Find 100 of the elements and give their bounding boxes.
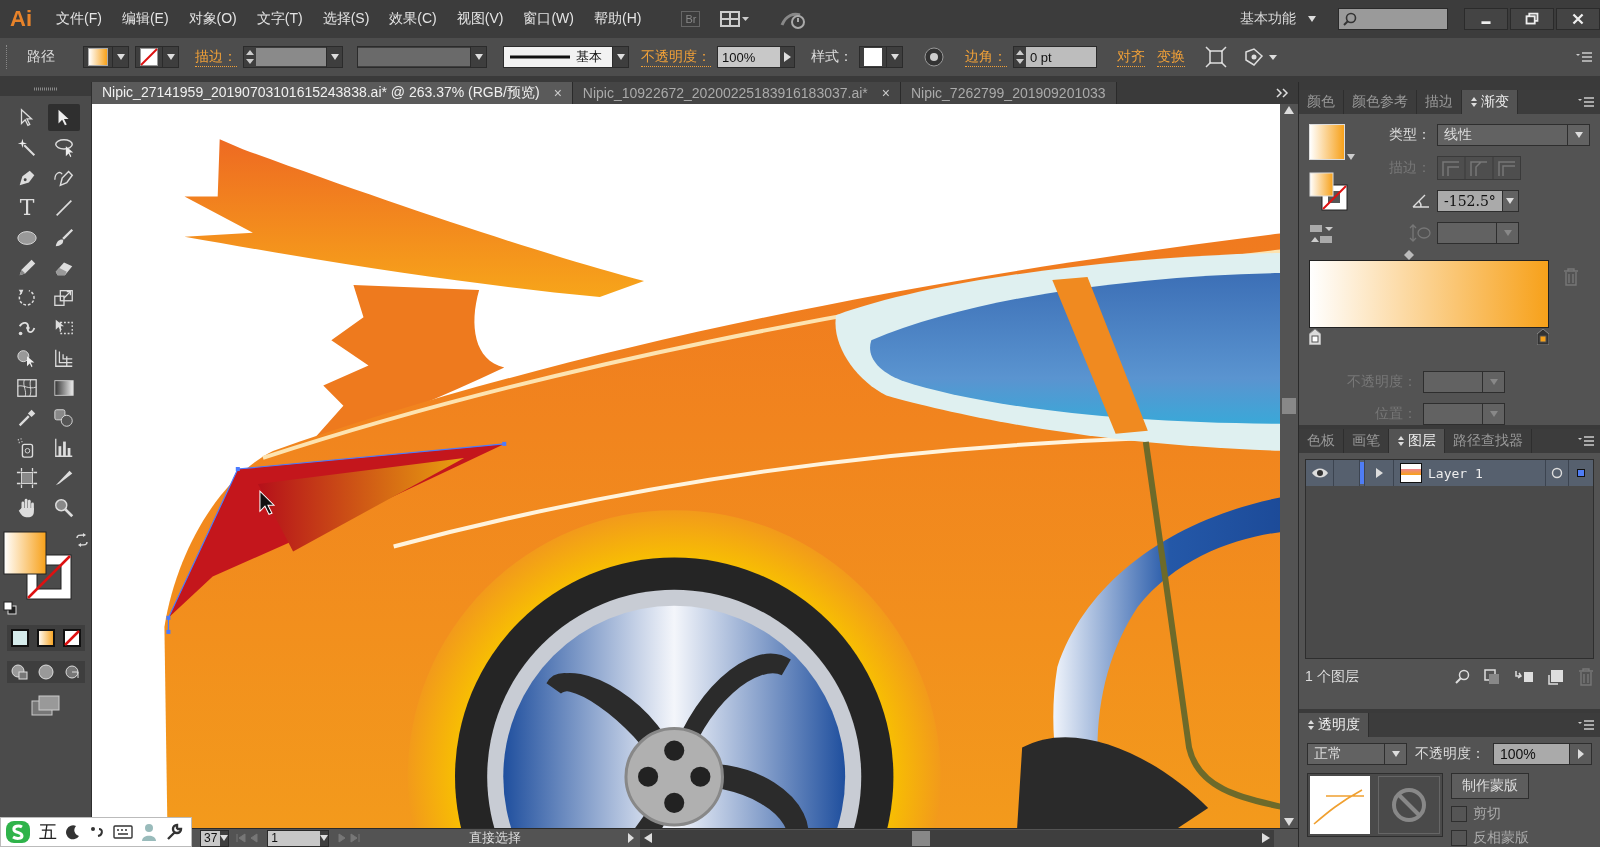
panel-menu-icon[interactable] <box>1578 719 1594 732</box>
arrange-documents-icon[interactable] <box>720 10 751 28</box>
restore-icon[interactable] <box>1510 8 1554 30</box>
input-mode[interactable]: 五 <box>39 820 57 844</box>
workspace-switcher[interactable]: 基本功能 <box>1240 10 1316 28</box>
menu-item[interactable]: 视图(V) <box>456 10 504 28</box>
menu-item[interactable]: 效果(C) <box>389 10 437 28</box>
panel-tab[interactable]: 颜色 <box>1299 89 1344 114</box>
new-layer-icon[interactable] <box>1548 669 1564 686</box>
caret-icon[interactable] <box>320 835 329 841</box>
menu-item[interactable]: 编辑(E) <box>121 10 169 28</box>
make-mask-button[interactable]: 制作蒙版 <box>1451 773 1529 799</box>
midpoint-diamond-icon[interactable] <box>1404 249 1414 260</box>
caret-icon[interactable] <box>330 54 339 60</box>
caret-icon[interactable] <box>474 54 483 60</box>
search-field[interactable] <box>1338 8 1448 30</box>
locate-object-icon[interactable] <box>1454 669 1470 686</box>
document-tab[interactable]: Nipic_10922672_20200225183916183037.ai* × <box>572 82 901 104</box>
stroke-dropdown[interactable] <box>135 46 179 68</box>
caret-icon[interactable] <box>1574 131 1583 138</box>
panel-tab[interactable]: 颜色参考 <box>1344 89 1417 114</box>
menu-item[interactable]: 选择(S) <box>322 10 370 28</box>
tool-button[interactable] <box>48 104 80 131</box>
wrench-icon[interactable] <box>165 823 183 841</box>
scroll-thumb[interactable] <box>1282 398 1296 414</box>
checkbox[interactable] <box>1451 806 1467 822</box>
scroll-left-icon[interactable] <box>644 833 653 843</box>
close-tab-button[interactable]: × <box>553 85 562 101</box>
caret-icon[interactable] <box>220 835 229 841</box>
document-tab[interactable]: Nipic_27141959_20190703101615243838.ai* @ 263.37% (RGB/预览) × <box>92 82 573 104</box>
panel-tab[interactable]: 色板 <box>1299 429 1344 454</box>
stroke-profile-dropdown[interactable]: 基本 <box>503 46 629 68</box>
zoom-dropdown[interactable]: 37 <box>200 829 230 847</box>
reverse-gradient-icon[interactable] <box>1309 223 1335 244</box>
stroke-link[interactable]: 描边： <box>195 47 237 67</box>
puppet-pins-icon[interactable] <box>1243 46 1279 68</box>
color-stop-handle[interactable] <box>1309 328 1321 345</box>
stroke-weight-field[interactable] <box>243 46 343 68</box>
selected-path[interactable] <box>166 441 507 634</box>
menu-item[interactable]: 文字(T) <box>256 10 303 28</box>
caret-icon[interactable] <box>1308 16 1316 22</box>
layer-row[interactable]: Layer 1 <box>1306 460 1593 487</box>
graphic-style-dropdown[interactable] <box>859 46 903 68</box>
stop-opacity-field[interactable] <box>1423 370 1505 393</box>
expand-triangle-icon[interactable] <box>1374 468 1384 479</box>
aspect-ratio-field[interactable] <box>1437 221 1519 244</box>
vertical-scrollbar[interactable] <box>1280 104 1298 828</box>
color-stop-handle[interactable] <box>1537 328 1549 345</box>
caret-icon[interactable] <box>616 54 625 60</box>
target-circle-icon[interactable] <box>1551 467 1563 480</box>
panel-menu-icon[interactable] <box>1576 51 1592 63</box>
caret-icon[interactable] <box>166 54 175 60</box>
close-icon[interactable] <box>1556 8 1600 30</box>
none-mode-icon[interactable] <box>60 627 83 649</box>
transform-link[interactable]: 变换 <box>1157 47 1185 67</box>
gradient-type-dropdown[interactable]: 线性 <box>1437 123 1590 146</box>
default-colors-icon[interactable] <box>2 601 17 615</box>
close-tab-button[interactable]: × <box>881 85 890 101</box>
horizontal-scrollbar[interactable] <box>640 829 1274 847</box>
input-method-logo-icon[interactable] <box>5 820 31 844</box>
panel-menu-icon[interactable] <box>1578 435 1594 448</box>
caret-icon[interactable] <box>1347 153 1355 160</box>
checkbox[interactable] <box>1451 830 1467 846</box>
menu-item[interactable]: 帮助(H) <box>594 10 642 28</box>
screen-mode-icon[interactable] <box>30 695 61 717</box>
caret-icon[interactable] <box>890 54 899 60</box>
align-link[interactable]: 对齐 <box>1117 47 1145 67</box>
artboard-dropdown[interactable]: 1 <box>267 829 330 847</box>
swap-arrows-icon[interactable] <box>74 533 89 547</box>
minimize-icon[interactable] <box>1464 8 1508 30</box>
opacity-field[interactable]: 100% <box>1493 743 1592 765</box>
color-mode-icon[interactable] <box>8 627 31 649</box>
isolate-icon[interactable] <box>1205 46 1227 68</box>
panel-tab[interactable]: 渐变 <box>1462 89 1518 114</box>
scroll-up-icon[interactable] <box>1284 106 1294 114</box>
punctuation-icon[interactable] <box>89 824 105 840</box>
gradient-mode-icon[interactable] <box>34 627 57 649</box>
tool-button[interactable]: T <box>11 194 43 221</box>
keyboard-icon[interactable] <box>113 825 133 839</box>
fill-dropdown[interactable] <box>83 46 129 68</box>
menu-item[interactable]: 窗口(W) <box>523 10 574 28</box>
panel-tab[interactable]: 路径查找器 <box>1445 429 1532 454</box>
play-arrow-icon[interactable] <box>1575 748 1586 760</box>
angle-field[interactable]: -152.5° <box>1437 189 1519 212</box>
location-field[interactable] <box>1423 402 1505 425</box>
scroll-down-icon[interactable] <box>1284 818 1294 826</box>
panel-tab[interactable]: 图层 <box>1389 429 1445 454</box>
corner-field[interactable]: 0 pt <box>1013 46 1097 68</box>
scroll-right-icon[interactable] <box>1262 833 1270 843</box>
panel-menu-icon[interactable] <box>1578 95 1594 108</box>
caret-icon[interactable] <box>1506 197 1515 204</box>
opacity-link[interactable]: 不透明度： <box>641 47 711 67</box>
blend-mode-dropdown[interactable]: 正常 <box>1307 743 1407 765</box>
corner-link[interactable]: 边角： <box>965 47 1007 67</box>
gradient-slider[interactable] <box>1309 259 1549 328</box>
panel-tab[interactable]: 透明度 <box>1299 713 1369 737</box>
clipping-mask-icon[interactable] <box>1484 669 1500 686</box>
draw-normal-icon[interactable] <box>8 663 31 681</box>
document-tab[interactable]: Nipic_7262799_201909201033 <box>900 82 1117 104</box>
recolor-icon[interactable] <box>923 46 945 68</box>
